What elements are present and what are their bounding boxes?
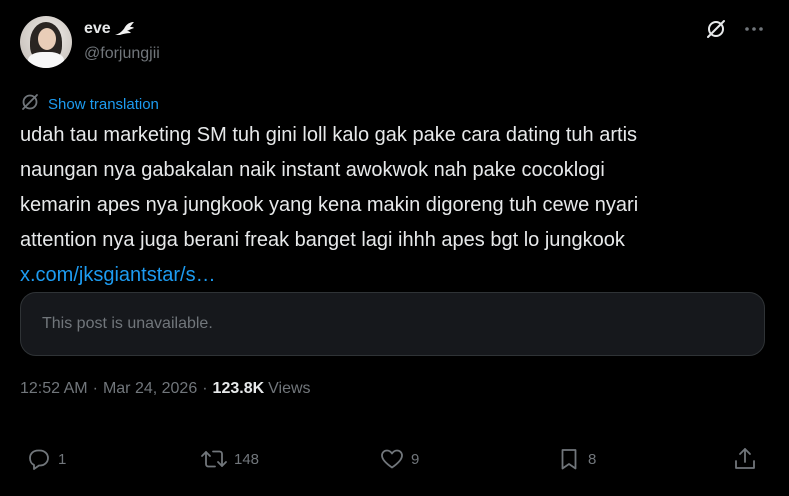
divider: [20, 424, 765, 425]
post-detail: eve @forjungjii Show translation udah ta…: [0, 0, 789, 496]
avatar-shirt: [28, 52, 64, 68]
post-actions-bar: 1 148 9 8: [0, 446, 789, 474]
repost-icon: [200, 446, 228, 472]
grok-icon[interactable]: [705, 18, 727, 40]
bookmark-count: 8: [588, 450, 597, 468]
post-text-line: udah tau marketing SM tuh gini loll kalo…: [20, 124, 638, 146]
post-text-line: attention nya juga berani freak banget l…: [20, 229, 625, 251]
share-icon: [732, 446, 758, 472]
translate-icon: [20, 92, 40, 117]
quoted-post-card: This post is unavailable.: [20, 292, 765, 356]
bookmark-icon: [556, 446, 582, 472]
angel-wing-icon: [113, 21, 135, 37]
show-translation-label: Show translation: [48, 96, 159, 113]
post-meta: 12:52 AM · Mar 24, 2026 · 123.8K Views: [20, 380, 311, 398]
repost-count: 148: [234, 450, 260, 468]
post-text-line: kemarin apes nya jungkook yang kena maki…: [20, 194, 639, 216]
quoted-post-unavailable-text: This post is unavailable.: [42, 315, 213, 332]
bookmark-button[interactable]: 8: [556, 446, 596, 472]
reply-count: 1: [58, 450, 67, 468]
meta-separator: ·: [92, 380, 98, 397]
like-count: 9: [411, 450, 420, 468]
author-display-name[interactable]: eve: [84, 20, 135, 38]
author-handle[interactable]: @forjungjii: [84, 45, 160, 63]
post-text: udah tau marketing SM tuh gini loll kalo…: [20, 118, 760, 293]
share-button[interactable]: [732, 446, 758, 472]
avatar-face: [38, 28, 56, 50]
more-horizontal-icon[interactable]: [743, 18, 765, 40]
post-date[interactable]: Mar 24, 2026: [103, 380, 197, 398]
reply-icon: [26, 446, 52, 472]
views-count[interactable]: 123.8K: [213, 380, 265, 398]
reply-button[interactable]: 1: [26, 446, 66, 472]
heart-icon: [379, 446, 405, 472]
avatar[interactable]: [20, 16, 72, 68]
post-link[interactable]: x.com/jksgiantstar/s…: [20, 264, 216, 286]
views-label: Views: [268, 380, 311, 397]
repost-button[interactable]: 148: [200, 446, 259, 472]
post-time[interactable]: 12:52 AM: [20, 380, 88, 398]
like-button[interactable]: 9: [379, 446, 419, 472]
show-translation-button[interactable]: Show translation: [20, 92, 159, 117]
post-header-actions: [705, 18, 765, 40]
display-name-text: eve: [84, 20, 111, 37]
meta-separator: ·: [202, 380, 208, 397]
post-text-line: naungan nya gabakalan naik instant awokw…: [20, 159, 605, 181]
